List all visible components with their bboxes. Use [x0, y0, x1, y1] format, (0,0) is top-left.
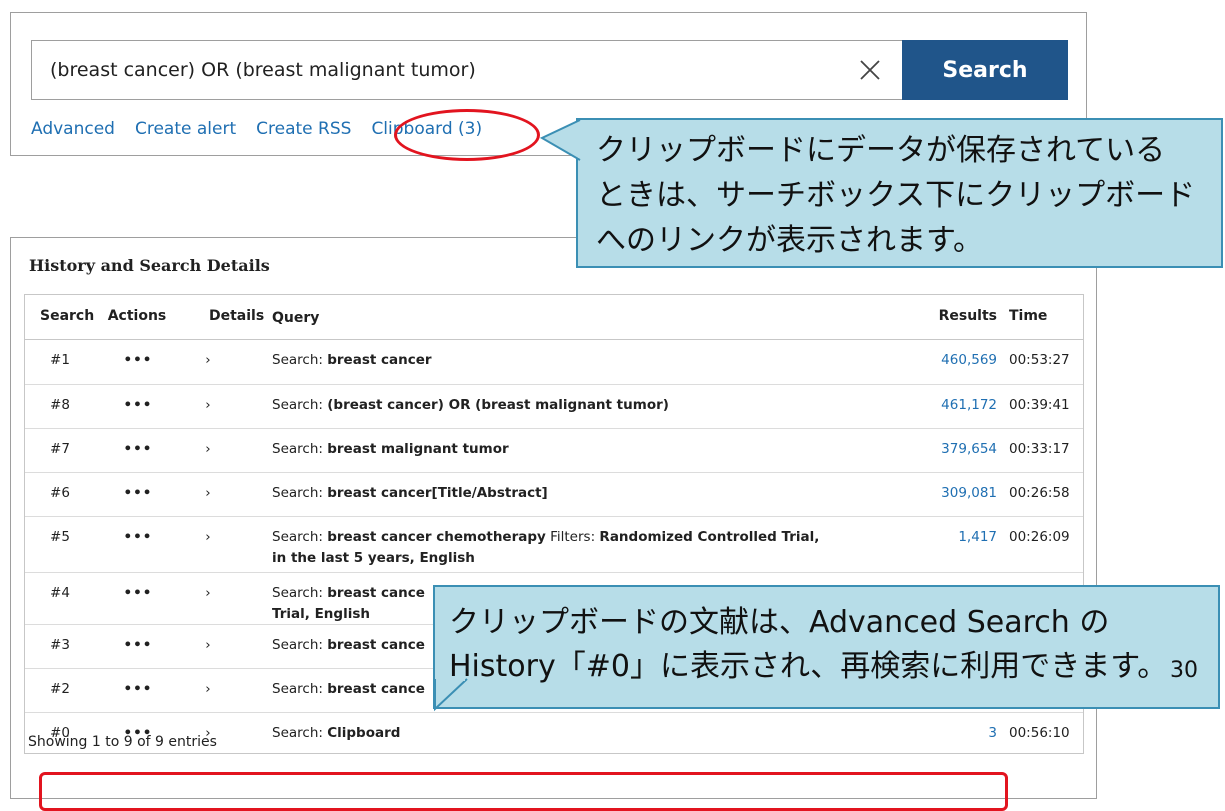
- clear-button[interactable]: [838, 40, 903, 100]
- results-link[interactable]: 460,569: [865, 352, 997, 368]
- close-icon: [860, 60, 880, 80]
- query-term: breast cancer chemotherapy: [327, 529, 546, 545]
- query-term: breast cance: [327, 637, 425, 653]
- query-prefix: Search:: [272, 352, 328, 368]
- query-term: breast cance: [327, 681, 425, 697]
- search-number: #4: [50, 585, 70, 601]
- search-time: 00:53:27: [1009, 352, 1070, 368]
- query-prefix: Search:: [272, 725, 328, 741]
- search-button[interactable]: Search: [902, 40, 1068, 100]
- actions-menu[interactable]: •••: [103, 585, 173, 601]
- query-term: breast cance: [327, 585, 425, 601]
- table-header: Search Actions Details Query Results Tim…: [25, 295, 1083, 340]
- details-chevron-icon[interactable]: ›: [193, 397, 223, 413]
- query-term: (breast cancer) OR (breast malignant tum…: [327, 397, 669, 413]
- query-text: Search: breast cancer[Title/Abstract]: [272, 483, 832, 504]
- entries-count: Showing 1 to 9 of 9 entries: [28, 734, 217, 750]
- create-alert-link[interactable]: Create alert: [135, 119, 236, 145]
- query-prefix: Search:: [272, 585, 328, 601]
- column-time: Time: [1009, 308, 1048, 324]
- query-prefix: Search:: [272, 637, 328, 653]
- actions-menu[interactable]: •••: [103, 637, 173, 653]
- results-link[interactable]: 461,172: [865, 397, 997, 413]
- actions-menu[interactable]: •••: [103, 397, 173, 413]
- column-details: Details: [209, 308, 265, 324]
- query-prefix: Search:: [272, 397, 328, 413]
- query-text: Search: breast cancer chemotherapy Filte…: [272, 527, 832, 569]
- callout-line: へのリンクが表示されます。: [596, 223, 983, 258]
- results-link[interactable]: 3: [865, 725, 997, 741]
- actions-menu[interactable]: •••: [103, 441, 173, 457]
- query-term: breast cancer: [327, 352, 432, 368]
- column-query: Query: [272, 310, 320, 326]
- history-callout: クリップボードの文献は、Advanced Search の History「#0…: [433, 585, 1220, 712]
- actions-menu[interactable]: •••: [103, 485, 173, 501]
- details-chevron-icon[interactable]: ›: [193, 352, 223, 368]
- history-title: History and Search Details: [29, 256, 270, 275]
- column-results: Results: [938, 308, 997, 324]
- search-number: #5: [50, 529, 70, 545]
- query-prefix: Search:: [272, 681, 328, 697]
- table-row: #6 ••• › Search: breast cancer[Title/Abstra…: [25, 472, 1083, 517]
- query-term: breast cancer[Title/Abstract]: [327, 485, 548, 501]
- clipboard-highlight: [394, 109, 540, 161]
- actions-menu[interactable]: •••: [103, 681, 173, 697]
- clipboard-callout: クリップボードにデータが保存されている ときは、サーチボックス下にクリップボード…: [539, 118, 1223, 268]
- column-actions: Actions: [107, 308, 167, 324]
- table-row: #1 ••• › Search: breast cancer 460,569 00:53:…: [25, 339, 1083, 385]
- clipboard-row-highlight: [39, 772, 1008, 811]
- actions-menu[interactable]: •••: [103, 529, 173, 545]
- table-row: #7 ••• › Search: breast malignant tumor 379,…: [25, 428, 1083, 473]
- search-time: 00:56:10: [1009, 725, 1070, 741]
- query-prefix: Search:: [272, 441, 328, 457]
- query-term: breast malignant tumor: [327, 441, 509, 457]
- details-chevron-icon[interactable]: ›: [193, 637, 223, 653]
- details-chevron-icon[interactable]: ›: [193, 529, 223, 545]
- query-filters-label: Filters:: [545, 529, 600, 545]
- callout-pointer: [434, 677, 468, 712]
- actions-menu[interactable]: •••: [103, 352, 173, 368]
- query-text: Search: breast malignant tumor: [272, 439, 832, 460]
- callout-line: History「#0」に表示され、再検索に利用できます。: [449, 649, 1168, 684]
- search-input[interactable]: [31, 40, 839, 100]
- callout-line: クリップボードにデータが保存されている: [596, 133, 1166, 168]
- results-link[interactable]: 379,654: [865, 441, 997, 457]
- query-prefix: Search:: [272, 529, 328, 545]
- table-row: #5 ••• › Search: breast cancer chemotherapy…: [25, 516, 1083, 573]
- search-number: #2: [50, 681, 70, 697]
- advanced-link[interactable]: Advanced: [31, 119, 115, 145]
- details-chevron-icon[interactable]: ›: [193, 681, 223, 697]
- query-text: Search: breast cancer: [272, 350, 832, 371]
- query-text: Search: (breast cancer) OR (breast malig…: [272, 395, 832, 416]
- callout-line: クリップボードの文献は、Advanced Search の: [449, 605, 1110, 640]
- query-term: Clipboard: [327, 725, 401, 741]
- search-time: 00:26:09: [1009, 529, 1070, 545]
- details-chevron-icon[interactable]: ›: [193, 585, 223, 601]
- query-text: Search: Clipboard: [272, 723, 832, 744]
- callout-pointer: [539, 119, 582, 161]
- search-number: #1: [50, 352, 70, 368]
- query-filters: Trial, English: [272, 606, 370, 622]
- search-number: #7: [50, 441, 70, 457]
- page-number: 30: [1170, 658, 1198, 683]
- search-time: 00:33:17: [1009, 441, 1070, 457]
- search-time: 00:39:41: [1009, 397, 1070, 413]
- search-number: #6: [50, 485, 70, 501]
- search-number: #3: [50, 637, 70, 653]
- history-panel: History and Search Details Search Action…: [10, 237, 1097, 811]
- callout-line: ときは、サーチボックス下にクリップボード: [596, 178, 1196, 213]
- details-chevron-icon[interactable]: ›: [193, 485, 223, 501]
- search-time: 00:26:58: [1009, 485, 1070, 501]
- table-row: #8 ••• › Search: (breast cancer) OR (breast…: [25, 384, 1083, 429]
- results-link[interactable]: 309,081: [865, 485, 997, 501]
- details-chevron-icon[interactable]: ›: [193, 441, 223, 457]
- column-search: Search: [40, 308, 95, 324]
- query-prefix: Search:: [272, 485, 328, 501]
- search-number: #8: [50, 397, 70, 413]
- create-rss-link[interactable]: Create RSS: [256, 119, 351, 145]
- results-link[interactable]: 1,417: [865, 529, 997, 545]
